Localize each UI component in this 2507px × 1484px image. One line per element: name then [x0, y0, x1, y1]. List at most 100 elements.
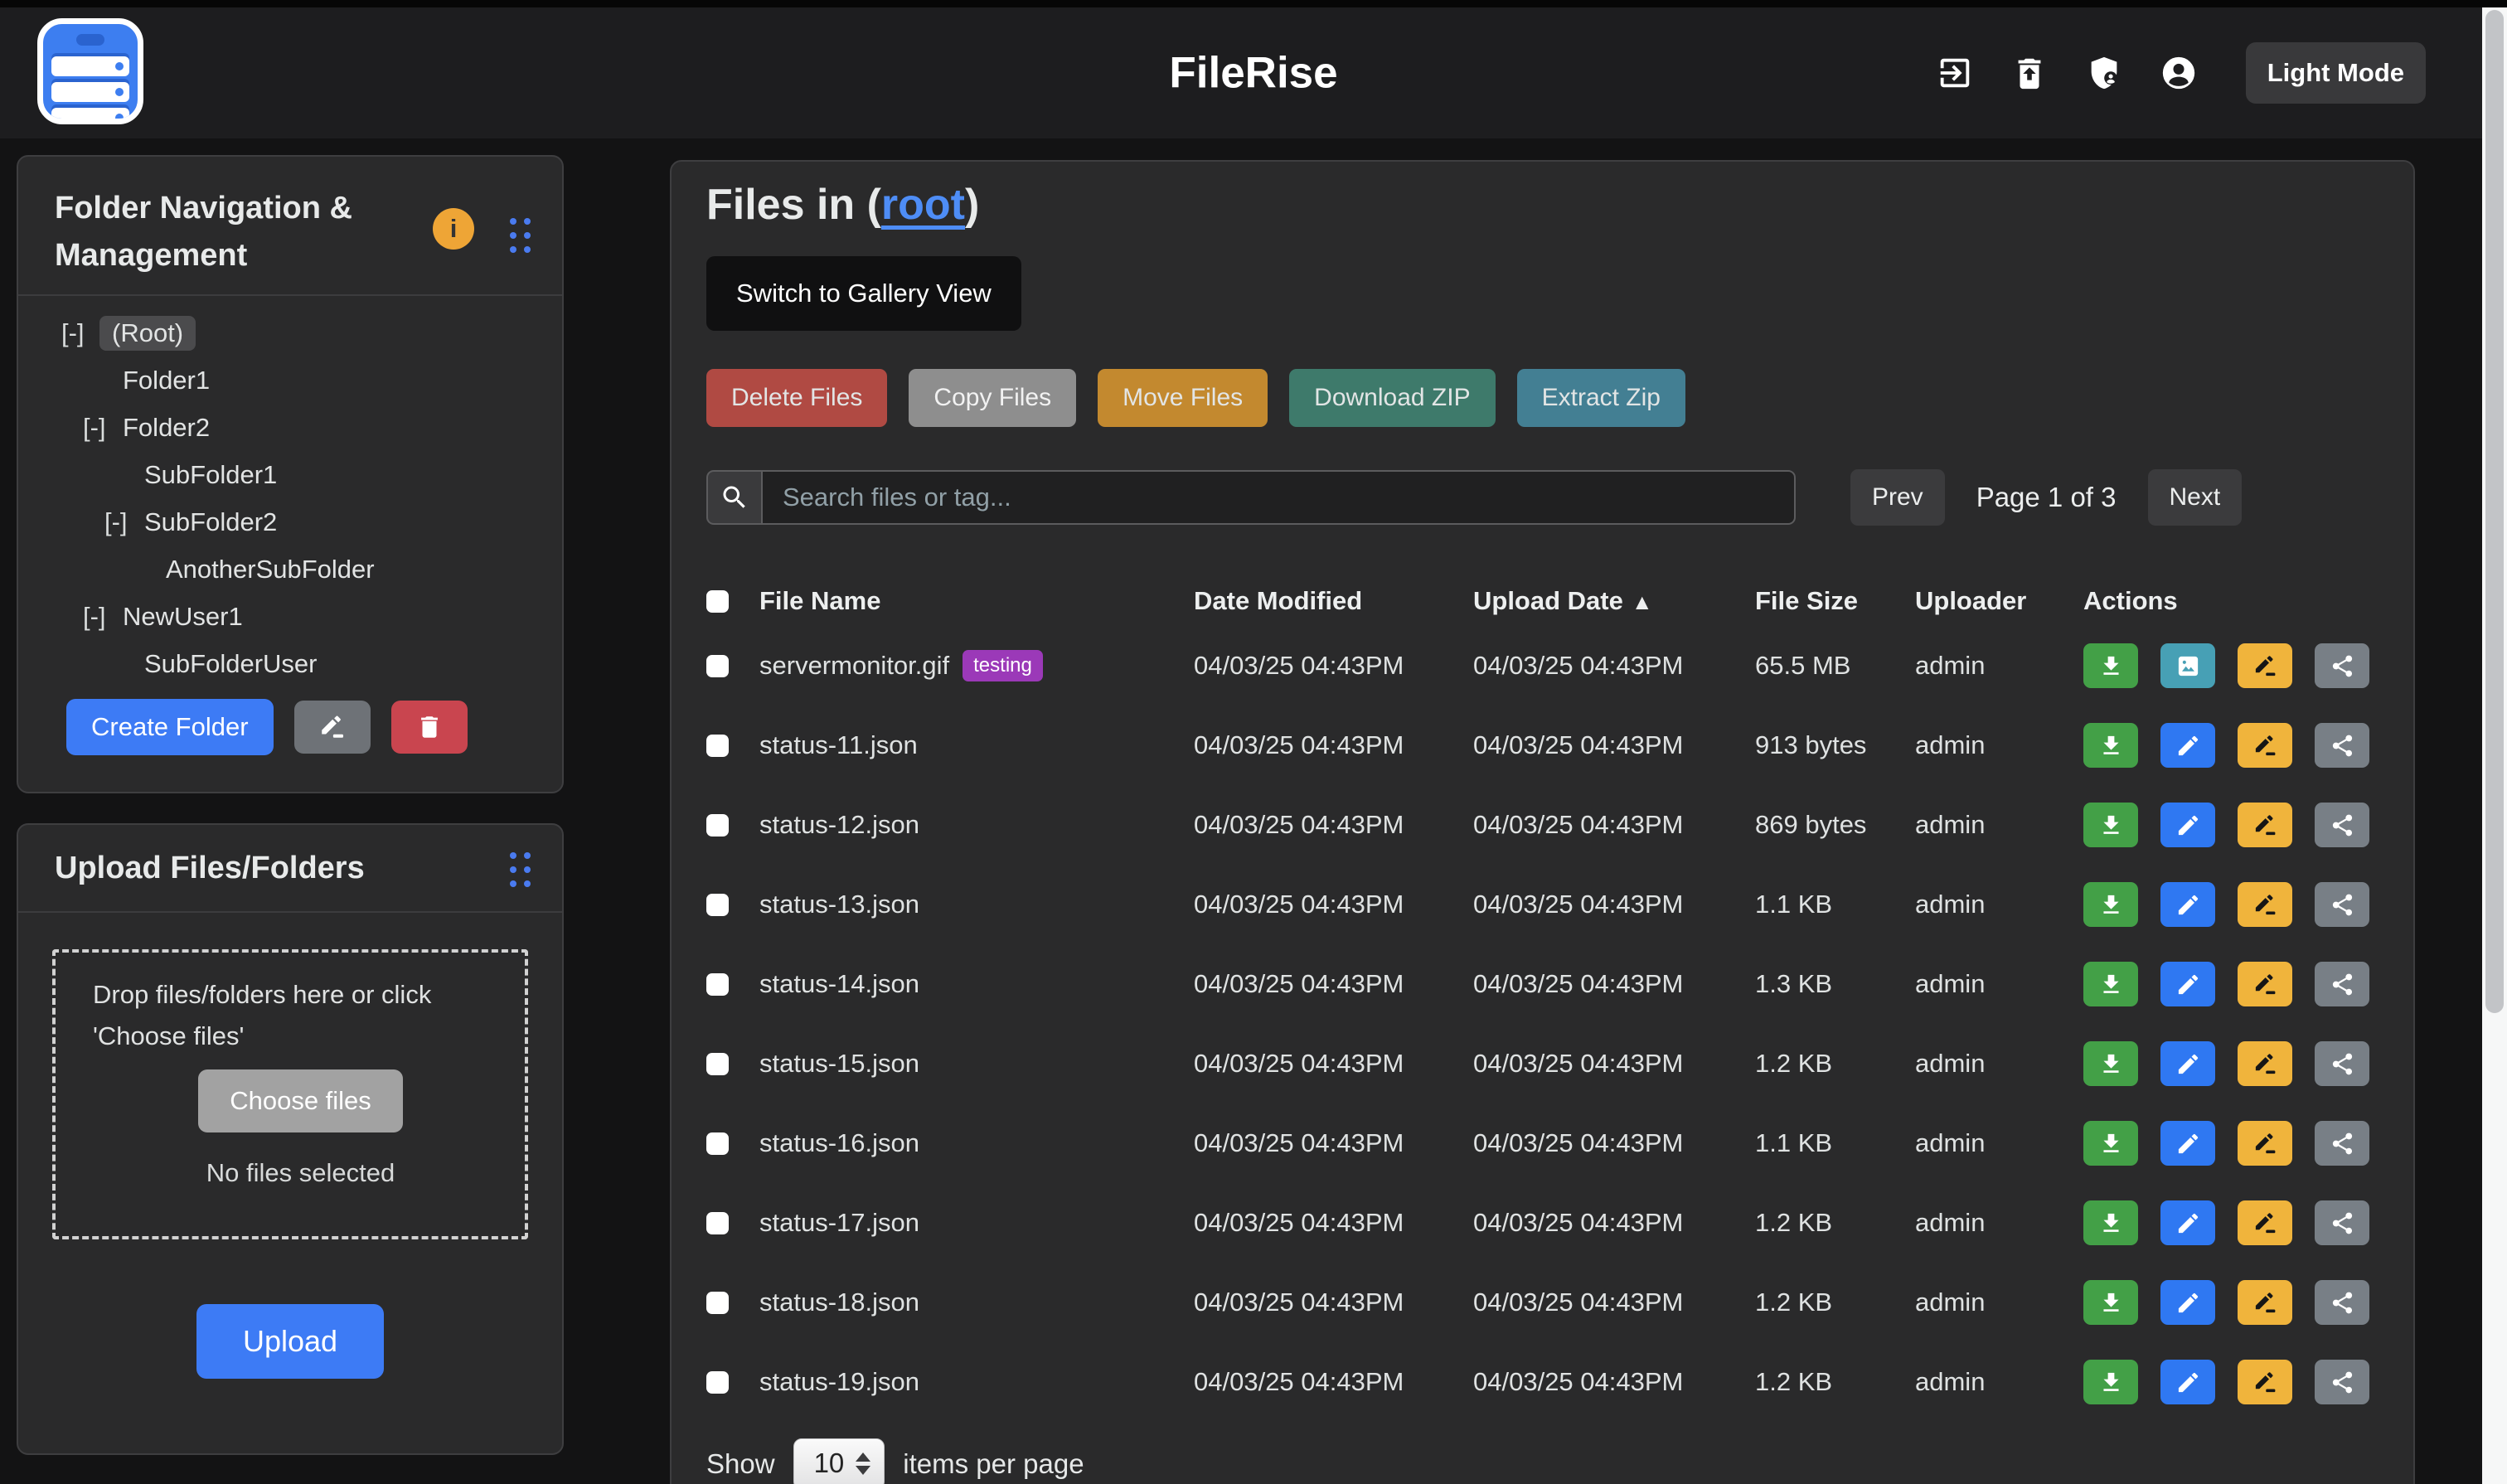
extract-zip-button[interactable]: Extract Zip — [1517, 369, 1685, 427]
table-row[interactable]: status-12.json 04/03/25 04:43PM 04/03/25… — [706, 785, 2378, 865]
file-name[interactable]: status-18.json — [759, 1288, 919, 1317]
select-all-checkbox[interactable] — [706, 590, 729, 613]
tree-item-label[interactable]: (Root) — [99, 316, 196, 351]
edit-preview-button[interactable] — [2160, 1280, 2215, 1325]
filerise-logo-icon[interactable] — [37, 18, 143, 124]
delete-folder-button[interactable] — [391, 701, 468, 754]
shield-user-icon[interactable] — [2085, 54, 2123, 92]
info-icon[interactable]: i — [433, 208, 474, 250]
tree-item[interactable]: [-] NewUser1 — [18, 593, 562, 640]
row-checkbox[interactable] — [706, 735, 729, 757]
col-file-name[interactable]: File Name — [759, 586, 1194, 616]
tree-item[interactable]: [-] Folder2 — [18, 404, 562, 451]
rename-button[interactable] — [2238, 1200, 2292, 1245]
search-icon[interactable] — [706, 470, 761, 525]
tree-item-label[interactable]: SubFolder1 — [143, 458, 279, 492]
tree-toggle[interactable]: [-] — [61, 318, 99, 348]
file-name[interactable]: status-13.json — [759, 890, 919, 919]
download-button[interactable] — [2083, 1041, 2138, 1086]
rename-button[interactable] — [2238, 803, 2292, 847]
edit-preview-button[interactable] — [2160, 1200, 2215, 1245]
table-row[interactable]: status-17.json 04/03/25 04:43PM 04/03/25… — [706, 1183, 2378, 1263]
table-row[interactable]: status-18.json 04/03/25 04:43PM 04/03/25… — [706, 1263, 2378, 1342]
col-date-modified[interactable]: Date Modified — [1194, 586, 1473, 616]
row-checkbox[interactable] — [706, 655, 729, 677]
drag-handle-icon[interactable] — [510, 218, 531, 253]
download-button[interactable] — [2083, 962, 2138, 1006]
table-row[interactable]: status-15.json 04/03/25 04:43PM 04/03/25… — [706, 1024, 2378, 1103]
row-checkbox[interactable] — [706, 1132, 729, 1155]
edit-preview-button[interactable] — [2160, 1121, 2215, 1166]
logout-icon[interactable] — [1936, 54, 1974, 92]
file-name[interactable]: status-19.json — [759, 1367, 919, 1397]
account-icon[interactable] — [2160, 54, 2198, 92]
download-button[interactable] — [2083, 1280, 2138, 1325]
row-checkbox[interactable] — [706, 814, 729, 837]
share-button[interactable] — [2315, 962, 2369, 1006]
trash-restore-icon[interactable] — [2010, 54, 2049, 92]
page-scrollbar[interactable] — [2482, 7, 2507, 1484]
table-row[interactable]: status-13.json 04/03/25 04:43PM 04/03/25… — [706, 865, 2378, 944]
share-button[interactable] — [2315, 1200, 2369, 1245]
prev-page-button[interactable]: Prev — [1850, 469, 1945, 526]
file-name[interactable]: status-11.json — [759, 730, 918, 760]
switch-gallery-view-button[interactable]: Switch to Gallery View — [706, 256, 1021, 331]
delete-files-button[interactable]: Delete Files — [706, 369, 887, 427]
row-checkbox[interactable] — [706, 1212, 729, 1234]
table-row[interactable]: status-14.json 04/03/25 04:43PM 04/03/25… — [706, 944, 2378, 1024]
edit-preview-button[interactable] — [2160, 1041, 2215, 1086]
edit-preview-button[interactable] — [2160, 803, 2215, 847]
tree-item-label[interactable]: AnotherSubFolder — [164, 552, 376, 587]
share-button[interactable] — [2315, 1121, 2369, 1166]
file-name[interactable]: status-12.json — [759, 810, 919, 840]
edit-preview-button[interactable] — [2160, 962, 2215, 1006]
file-name[interactable]: status-16.json — [759, 1128, 919, 1158]
create-folder-button[interactable]: Create Folder — [66, 699, 274, 755]
file-dropzone[interactable]: Drop files/folders here or click 'Choose… — [52, 949, 528, 1239]
rename-button[interactable] — [2238, 882, 2292, 927]
rename-button[interactable] — [2238, 1360, 2292, 1404]
table-row[interactable]: servermonitor.gif testing 04/03/25 04:43… — [706, 626, 2378, 706]
download-button[interactable] — [2083, 1121, 2138, 1166]
edit-preview-button[interactable] — [2160, 1360, 2215, 1404]
share-button[interactable] — [2315, 643, 2369, 688]
table-row[interactable]: status-16.json 04/03/25 04:43PM 04/03/25… — [706, 1103, 2378, 1183]
share-button[interactable] — [2315, 1360, 2369, 1404]
items-per-page-select[interactable]: 10 — [793, 1438, 885, 1484]
rename-button[interactable] — [2238, 1041, 2292, 1086]
col-upload-date[interactable]: Upload Date▲ — [1473, 586, 1755, 616]
tree-toggle[interactable]: [-] — [104, 507, 143, 537]
move-files-button[interactable]: Move Files — [1098, 369, 1268, 427]
tree-item[interactable]: [-] (Root) — [18, 309, 562, 356]
share-button[interactable] — [2315, 1280, 2369, 1325]
rename-button[interactable] — [2238, 1280, 2292, 1325]
row-checkbox[interactable] — [706, 894, 729, 916]
edit-preview-button[interactable] — [2160, 643, 2215, 688]
search-input[interactable] — [761, 470, 1796, 525]
download-button[interactable] — [2083, 882, 2138, 927]
choose-files-button[interactable]: Choose files — [198, 1069, 403, 1132]
tree-item[interactable]: [-] SubFolder2 — [18, 498, 562, 546]
tree-item[interactable]: SubFolderUser — [18, 640, 562, 687]
file-name[interactable]: servermonitor.gif — [759, 651, 949, 681]
tree-item-label[interactable]: SubFolder2 — [143, 505, 279, 540]
share-button[interactable] — [2315, 882, 2369, 927]
row-checkbox[interactable] — [706, 1053, 729, 1075]
rename-folder-button[interactable] — [294, 701, 371, 754]
tree-item-label[interactable]: Folder2 — [121, 410, 211, 445]
tree-toggle[interactable]: [-] — [83, 602, 121, 632]
edit-preview-button[interactable] — [2160, 723, 2215, 768]
table-row[interactable]: status-19.json 04/03/25 04:43PM 04/03/25… — [706, 1342, 2378, 1422]
rename-button[interactable] — [2238, 1121, 2292, 1166]
download-button[interactable] — [2083, 723, 2138, 768]
col-uploader[interactable]: Uploader — [1915, 586, 2083, 616]
upload-button[interactable]: Upload — [196, 1304, 384, 1379]
rename-button[interactable] — [2238, 723, 2292, 768]
scrollbar-thumb[interactable] — [2485, 10, 2504, 1013]
col-file-size[interactable]: File Size — [1755, 586, 1915, 616]
download-button[interactable] — [2083, 1200, 2138, 1245]
rename-button[interactable] — [2238, 643, 2292, 688]
tree-toggle[interactable]: [-] — [83, 413, 121, 443]
root-folder-link[interactable]: root — [881, 181, 965, 229]
share-button[interactable] — [2315, 1041, 2369, 1086]
